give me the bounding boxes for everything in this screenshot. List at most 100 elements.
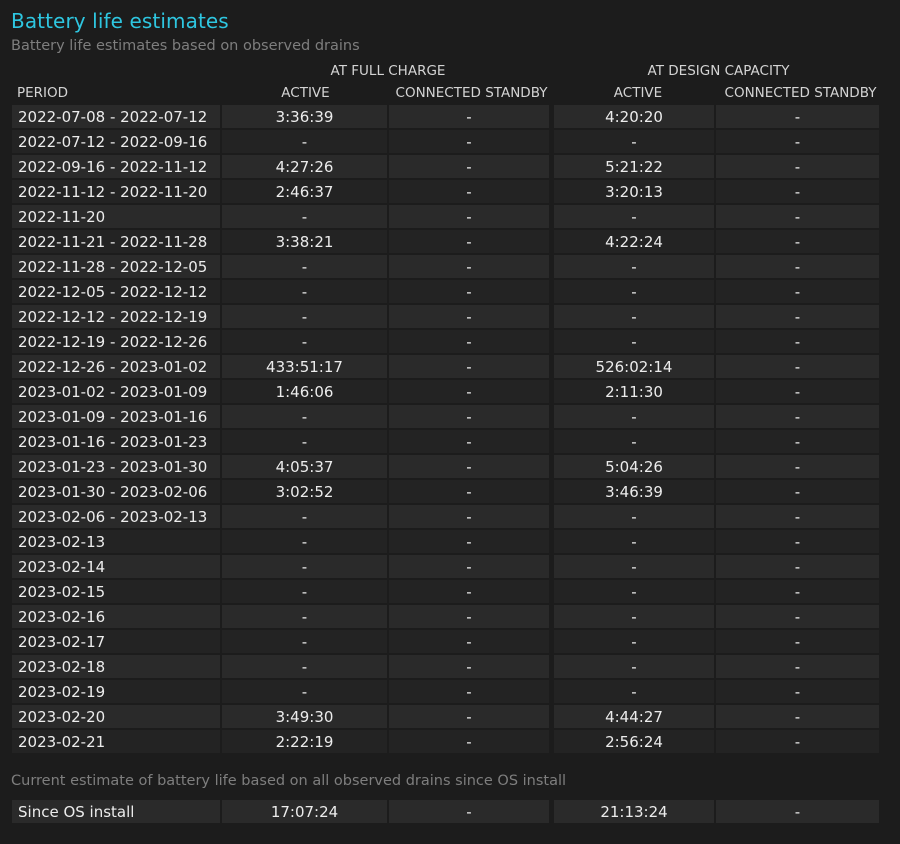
- design-standby-cell: -: [716, 705, 879, 730]
- period-cell: 2023-01-30 - 2023-02-06: [12, 480, 222, 505]
- table-row: 2022-11-12 - 2022-11-20 2:46:37-3:20:13-: [12, 180, 879, 205]
- table-row: 2023-02-17- - - -: [12, 630, 879, 655]
- battery-estimates-body: 2022-07-08 - 2022-07-12 3:36:39-4:20:20-2…: [12, 105, 879, 755]
- full-standby-cell: -: [389, 155, 554, 180]
- design-active-cell: -: [554, 305, 716, 330]
- design-active-cell: -: [554, 280, 716, 305]
- full-standby-cell: -: [389, 380, 554, 405]
- design-standby-cell: -: [716, 580, 879, 605]
- column-header-full-active: ACTIVE: [281, 85, 330, 101]
- period-cell: 2023-02-21: [12, 730, 222, 755]
- design-active-cell: -: [554, 430, 716, 455]
- design-active-cell: 5:04:26: [554, 455, 716, 480]
- column-header-full-standby: CONNECTED STANDBY: [395, 85, 548, 101]
- full-standby-cell: -: [389, 580, 554, 605]
- period-cell: 2022-07-12 - 2022-09-16: [12, 130, 222, 155]
- table-row: 2023-01-09 - 2023-01-16- - - -: [12, 405, 879, 430]
- design-standby-cell: -: [716, 380, 879, 405]
- design-standby-cell: -: [716, 155, 879, 180]
- design-active-cell: -: [554, 580, 716, 605]
- period-cell: 2023-02-16: [12, 605, 222, 630]
- period-cell: 2022-07-08 - 2022-07-12: [12, 105, 222, 130]
- full-standby-cell: -: [389, 230, 554, 255]
- full-standby-cell: -: [389, 105, 554, 130]
- design-active-cell: 5:21:22: [554, 155, 716, 180]
- design-active-cell: 3:46:39: [554, 480, 716, 505]
- full-standby-cell: -: [389, 605, 554, 630]
- design-standby-cell: -: [716, 105, 879, 130]
- full-active-cell: 3:02:52: [222, 480, 389, 505]
- design-standby-cell: -: [716, 180, 879, 205]
- design-active-cell: 21:13:24: [554, 800, 716, 825]
- page-subtitle: Battery life estimates based on observed…: [11, 38, 360, 54]
- full-standby-cell: -: [389, 130, 554, 155]
- full-standby-cell: -: [389, 255, 554, 280]
- design-standby-cell: -: [716, 430, 879, 455]
- design-active-cell: -: [554, 630, 716, 655]
- group-header-design-capacity: AT DESIGN CAPACITY: [647, 63, 790, 79]
- design-standby-cell: -: [716, 355, 879, 380]
- design-standby-cell: -: [716, 505, 879, 530]
- full-standby-cell: -: [389, 730, 554, 755]
- period-cell: 2023-02-20: [12, 705, 222, 730]
- full-active-cell: -: [222, 680, 389, 705]
- full-active-cell: -: [222, 430, 389, 455]
- design-standby-cell: -: [716, 480, 879, 505]
- period-cell: 2023-01-23 - 2023-01-30: [12, 455, 222, 480]
- table-row: 2023-02-19- - - -: [12, 680, 879, 705]
- column-header-period: PERIOD: [17, 85, 69, 101]
- full-standby-cell: -: [389, 355, 554, 380]
- group-header-full-charge: AT FULL CHARGE: [330, 63, 446, 79]
- full-active-cell: 1:46:06: [222, 380, 389, 405]
- table-row: 2023-01-23 - 2023-01-30 4:05:37-5:04:26-: [12, 455, 879, 480]
- period-cell: Since OS install: [12, 800, 222, 825]
- full-active-cell: -: [222, 280, 389, 305]
- full-active-cell: 4:05:37: [222, 455, 389, 480]
- table-row: 2023-02-06 - 2023-02-13- - - -: [12, 505, 879, 530]
- period-cell: 2023-01-16 - 2023-01-23: [12, 430, 222, 455]
- full-active-cell: 2:46:37: [222, 180, 389, 205]
- design-standby-cell: -: [716, 530, 879, 555]
- design-standby-cell: -: [716, 230, 879, 255]
- page-title: Battery life estimates: [11, 9, 229, 33]
- period-cell: 2022-12-05 - 2022-12-12: [12, 280, 222, 305]
- design-standby-cell: -: [716, 655, 879, 680]
- design-active-cell: -: [554, 530, 716, 555]
- design-active-cell: -: [554, 680, 716, 705]
- design-active-cell: 526:02:14: [554, 355, 716, 380]
- full-standby-cell: -: [389, 655, 554, 680]
- design-active-cell: 4:22:24: [554, 230, 716, 255]
- design-active-cell: 2:56:24: [554, 730, 716, 755]
- table-row: 2023-02-20 3:49:30-4:44:27-: [12, 705, 879, 730]
- full-active-cell: -: [222, 580, 389, 605]
- battery-estimates-table: 2022-07-08 - 2022-07-12 3:36:39-4:20:20-2…: [12, 105, 879, 755]
- design-standby-cell: -: [716, 605, 879, 630]
- design-standby-cell: -: [716, 455, 879, 480]
- design-active-cell: -: [554, 205, 716, 230]
- period-cell: 2022-12-26 - 2023-01-02: [12, 355, 222, 380]
- full-active-cell: -: [222, 255, 389, 280]
- design-active-cell: 4:20:20: [554, 105, 716, 130]
- design-standby-cell: -: [716, 330, 879, 355]
- table-row: 2022-11-20- - - -: [12, 205, 879, 230]
- table-row: 2022-07-12 - 2022-09-16- - - -: [12, 130, 879, 155]
- table-row: 2022-09-16 - 2022-11-12 4:27:26-5:21:22-: [12, 155, 879, 180]
- table-row: 2023-02-18- - - -: [12, 655, 879, 680]
- since-install-note: Current estimate of battery life based o…: [11, 773, 567, 789]
- table-row: 2022-12-12 - 2022-12-19- - - -: [12, 305, 879, 330]
- full-standby-cell: -: [389, 455, 554, 480]
- design-active-cell: 2:11:30: [554, 380, 716, 405]
- period-cell: 2023-02-19: [12, 680, 222, 705]
- period-cell: 2022-09-16 - 2022-11-12: [12, 155, 222, 180]
- design-standby-cell: -: [716, 555, 879, 580]
- design-active-cell: -: [554, 555, 716, 580]
- period-cell: 2023-02-18: [12, 655, 222, 680]
- table-row: 2023-02-21 2:22:19-2:56:24-: [12, 730, 879, 755]
- full-active-cell: -: [222, 505, 389, 530]
- period-cell: 2023-02-13: [12, 530, 222, 555]
- period-cell: 2022-12-12 - 2022-12-19: [12, 305, 222, 330]
- full-active-cell: -: [222, 205, 389, 230]
- design-standby-cell: -: [716, 405, 879, 430]
- design-active-cell: 4:44:27: [554, 705, 716, 730]
- full-standby-cell: -: [389, 305, 554, 330]
